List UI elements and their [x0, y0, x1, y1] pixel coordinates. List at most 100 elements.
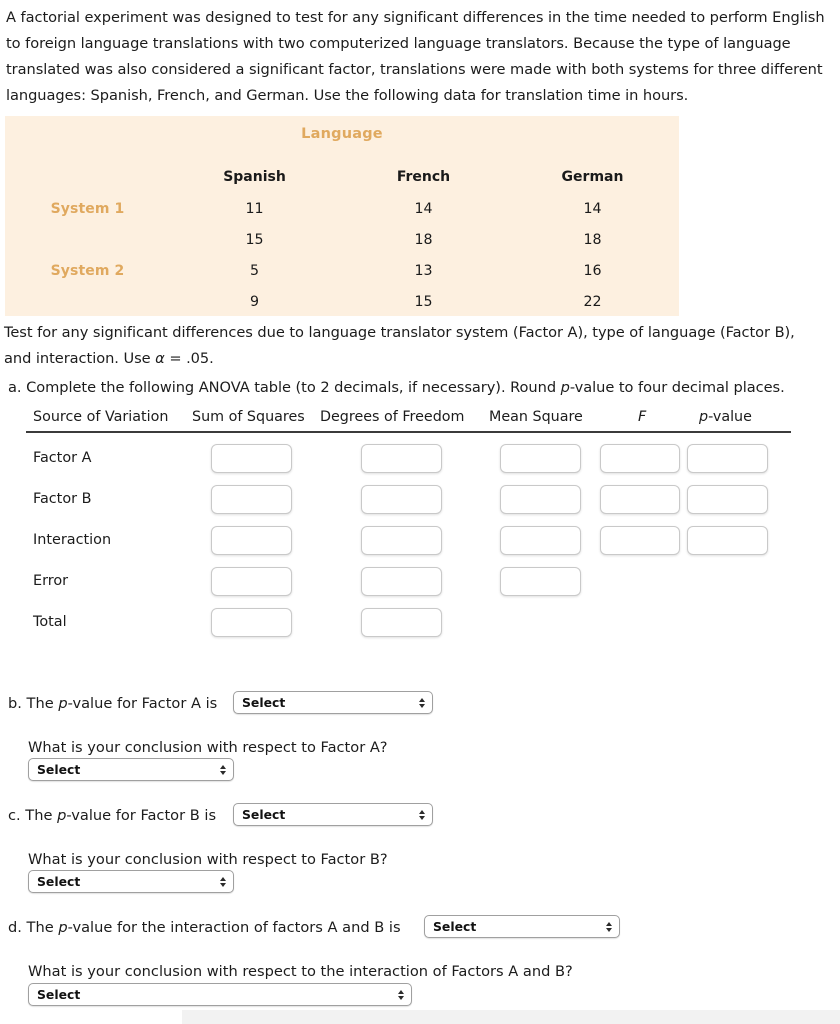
chevron-updown-icon: [606, 921, 612, 932]
table-row: System 2 5 13 16: [5, 255, 679, 286]
part-d-conclusion-select[interactable]: Select: [28, 983, 412, 1006]
anova-header-p-italic: p: [699, 409, 709, 425]
test-instructions-line1: Test for any significant differences due…: [4, 324, 795, 341]
part-b-p-value-select-value: Select: [242, 695, 286, 710]
anova-header-sum-of-squares: Sum of Squares: [192, 409, 305, 425]
data-cell: 15: [245, 231, 264, 248]
factor-a-mean-square-input[interactable]: [500, 444, 581, 473]
part-a-prompt-italic: p: [560, 379, 570, 396]
data-cell: 22: [583, 293, 602, 310]
factor-b-degrees-of-freedom-input[interactable]: [361, 485, 442, 514]
part-c-label-post: -value for Factor B is: [66, 807, 217, 824]
data-table-header-row: Spanish French German: [5, 160, 679, 193]
table-row: 9 15 22: [5, 286, 679, 317]
part-b-label-post: -value for Factor A is: [67, 695, 218, 712]
part-a-prompt: a. Complete the following ANOVA table (t…: [8, 375, 828, 401]
anova-row-label-interaction: Interaction: [33, 532, 112, 548]
anova-table: Source of Variation Sum of Squares Degre…: [0, 409, 800, 430]
interaction-degrees-of-freedom-input[interactable]: [361, 526, 442, 555]
factor-b-sum-of-squares-input[interactable]: [211, 485, 292, 514]
part-c-conclusion-select[interactable]: Select: [28, 870, 234, 893]
factor-a-f-input[interactable]: [600, 444, 680, 473]
part-c-label: c. The p-value for Factor B is: [8, 806, 216, 826]
part-c-conclusion-select-value: Select: [37, 874, 81, 889]
part-b-label: b. The p-value for Factor A is: [8, 694, 217, 714]
interaction-sum-of-squares-input[interactable]: [211, 526, 292, 555]
column-header-german: German: [561, 168, 624, 185]
part-c-conclusion-question: What is your conclusion with respect to …: [28, 851, 388, 868]
total-degrees-of-freedom-input[interactable]: [361, 608, 442, 637]
data-table-panel: Language Spanish French German System 1 …: [5, 116, 679, 316]
anova-header-degrees-of-freedom: Degrees of Freedom: [320, 409, 465, 425]
interaction-mean-square-input[interactable]: [500, 526, 581, 555]
factor-a-degrees-of-freedom-input[interactable]: [361, 444, 442, 473]
chevron-updown-icon: [220, 764, 226, 775]
anova-header-source: Source of Variation: [33, 409, 169, 425]
anova-row-error: Error: [0, 564, 800, 605]
factor-b-f-input[interactable]: [600, 485, 680, 514]
data-cell: 5: [249, 262, 260, 279]
part-d-label-pre: d. The: [8, 919, 59, 936]
data-cell: 18: [414, 231, 433, 248]
anova-row-label-factor-b: Factor B: [33, 491, 92, 507]
error-degrees-of-freedom-input[interactable]: [361, 567, 442, 596]
column-header-spanish: Spanish: [223, 168, 286, 185]
table-row: 15 18 18: [5, 224, 679, 255]
part-c-label-pre: c. The: [8, 807, 58, 824]
anova-body: Factor A Factor B Interaction Error Tota…: [0, 441, 800, 646]
part-d-conclusion-select-value: Select: [37, 987, 81, 1002]
part-c-p-value-select[interactable]: Select: [233, 803, 433, 826]
part-d-label: d. The p-value for the interaction of fa…: [8, 918, 401, 938]
part-d-label-italic: p: [58, 919, 68, 936]
data-cell: 15: [414, 293, 433, 310]
part-b-conclusion-select[interactable]: Select: [28, 758, 234, 781]
factor-a-p-value-input[interactable]: [687, 444, 768, 473]
data-table-title: Language: [301, 126, 383, 142]
interaction-f-input[interactable]: [600, 526, 680, 555]
chevron-updown-icon: [419, 809, 425, 820]
alpha-symbol: α: [155, 350, 165, 367]
chevron-updown-icon: [419, 697, 425, 708]
bottom-gray-band: [182, 1010, 840, 1024]
table-row: System 1 11 14 14: [5, 193, 679, 224]
part-d-p-value-select[interactable]: Select: [424, 915, 620, 938]
anova-header-f: F: [638, 409, 647, 425]
chevron-updown-icon: [220, 876, 226, 887]
part-a-prompt-post: -value to four decimal places.: [569, 379, 785, 396]
anova-row-label-total: Total: [33, 614, 67, 630]
total-sum-of-squares-input[interactable]: [211, 608, 292, 637]
part-b-label-italic: p: [58, 695, 68, 712]
anova-header-p-rest: -value: [708, 409, 752, 425]
factor-a-sum-of-squares-input[interactable]: [211, 444, 292, 473]
chevron-updown-icon: [398, 989, 404, 1000]
data-table-grid: Spanish French German System 1 11 14 14 …: [5, 160, 679, 317]
data-cell: 9: [249, 293, 260, 310]
factor-b-mean-square-input[interactable]: [500, 485, 581, 514]
anova-row-factor-a: Factor A: [0, 441, 800, 482]
error-sum-of-squares-input[interactable]: [211, 567, 292, 596]
part-d-label-post: -value for the interaction of factors A …: [67, 919, 401, 936]
anova-header-p-value: p -value: [699, 409, 752, 425]
data-cell: 14: [583, 200, 602, 217]
data-cell: 13: [414, 262, 433, 279]
interaction-p-value-input[interactable]: [687, 526, 768, 555]
part-d-p-value-select-value: Select: [433, 919, 477, 934]
anova-row-label-factor-a: Factor A: [33, 450, 92, 466]
alpha-sentence-post: = .05.: [164, 350, 214, 367]
part-d-conclusion-question: What is your conclusion with respect to …: [28, 963, 573, 980]
problem-page: A factorial experiment was designed to t…: [0, 0, 840, 1024]
row-label-system-2: System 2: [50, 262, 125, 279]
data-cell: 16: [583, 262, 602, 279]
anova-row-label-error: Error: [33, 573, 69, 589]
anova-header-row: Source of Variation Sum of Squares Degre…: [0, 409, 800, 430]
anova-row-interaction: Interaction: [0, 523, 800, 564]
data-cell: 18: [583, 231, 602, 248]
part-b-p-value-select[interactable]: Select: [233, 691, 433, 714]
part-a-prompt-pre: a. Complete the following ANOVA table (t…: [8, 379, 561, 396]
factor-b-p-value-input[interactable]: [687, 485, 768, 514]
data-cell: 14: [414, 200, 433, 217]
column-header-french: French: [396, 168, 451, 185]
error-mean-square-input[interactable]: [500, 567, 581, 596]
part-b-conclusion-select-value: Select: [37, 762, 81, 777]
anova-row-factor-b: Factor B: [0, 482, 800, 523]
